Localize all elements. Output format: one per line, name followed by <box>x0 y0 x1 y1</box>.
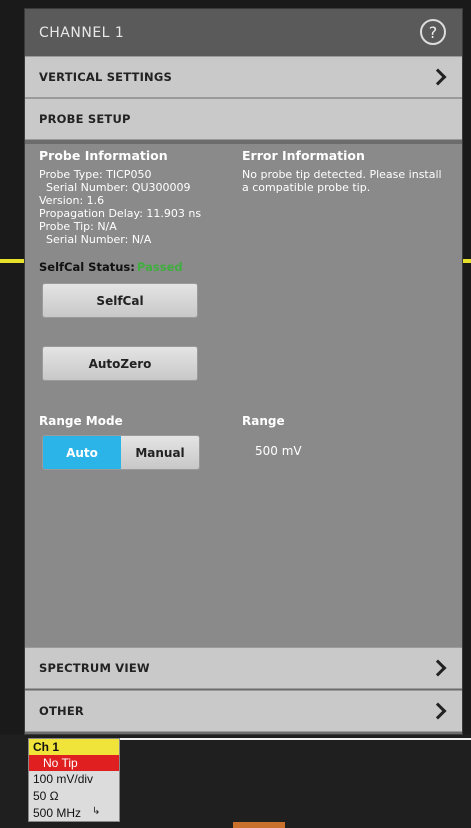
propagation-delay: Propagation Delay: 11.903 ns <box>39 207 202 220</box>
probe-tip-serial: Serial Number: N/A <box>39 233 152 246</box>
range-label: Range <box>242 414 285 428</box>
badge-pointer <box>99 739 115 749</box>
probe-setup-label: PROBE SETUP <box>39 112 131 126</box>
range-mode-auto[interactable]: Auto <box>43 436 121 469</box>
help-icon[interactable]: ? <box>420 19 446 45</box>
selfcal-status-value: Passed <box>137 260 183 274</box>
probe-type: Probe Type: TICP050 <box>39 168 152 181</box>
error-information-heading: Error Information <box>242 148 365 163</box>
channel-scale: 100 mV/div <box>33 772 94 786</box>
channel-impedance: 50 Ω <box>33 789 59 803</box>
probe-setup-body: Probe Information Probe Type: TICP050 Se… <box>25 144 462 647</box>
panel-header: CHANNEL 1 ? <box>25 9 462 56</box>
probe-setup-section[interactable]: PROBE SETUP <box>25 98 462 140</box>
vertical-settings-label: VERTICAL SETTINGS <box>39 70 173 84</box>
range-mode-manual[interactable]: Manual <box>121 436 199 469</box>
spectrum-view-section[interactable]: SPECTRUM VIEW <box>25 647 462 689</box>
chevron-right-icon <box>429 68 447 86</box>
probe-serial-number: Serial Number: QU300009 <box>39 181 191 194</box>
range-value: 500 mV <box>255 444 302 458</box>
range-mode-label: Range Mode <box>39 414 123 428</box>
spectrum-view-label: SPECTRUM VIEW <box>39 661 150 675</box>
range-mode-toggle: Auto Manual <box>42 435 200 470</box>
chevron-right-icon <box>429 659 447 677</box>
channel-1-badge[interactable]: Ch 1 No Tip 100 mV/div 50 Ω 500 MHz ↳ <box>28 738 120 822</box>
channel-settings-panel: CHANNEL 1 ? VERTICAL SETTINGS PROBE SETU… <box>24 8 463 735</box>
autozero-button[interactable]: AutoZero <box>42 346 198 381</box>
scroll-indicator <box>233 822 285 828</box>
chevron-right-icon <box>429 702 447 720</box>
other-section[interactable]: OTHER <box>25 690 462 732</box>
probe-information-heading: Probe Information <box>39 148 168 163</box>
bandwidth-limit-icon: ↳ <box>92 806 101 817</box>
no-tip-indicator: No Tip <box>29 755 119 771</box>
app-frame: CHANNEL 1 ? VERTICAL SETTINGS PROBE SETU… <box>0 0 471 828</box>
probe-version: Version: 1.6 <box>39 194 105 207</box>
selfcal-status-label: SelfCal Status: <box>39 260 135 274</box>
channel-bandwidth: 500 MHz <box>33 806 82 820</box>
probe-tip: Probe Tip: N/A <box>39 220 117 233</box>
panel-title: CHANNEL 1 <box>39 24 125 41</box>
error-message: No probe tip detected. Please install a … <box>242 168 442 194</box>
vertical-settings-section[interactable]: VERTICAL SETTINGS <box>25 56 462 98</box>
selfcal-button[interactable]: SelfCal <box>42 283 198 318</box>
other-label: OTHER <box>39 704 84 718</box>
